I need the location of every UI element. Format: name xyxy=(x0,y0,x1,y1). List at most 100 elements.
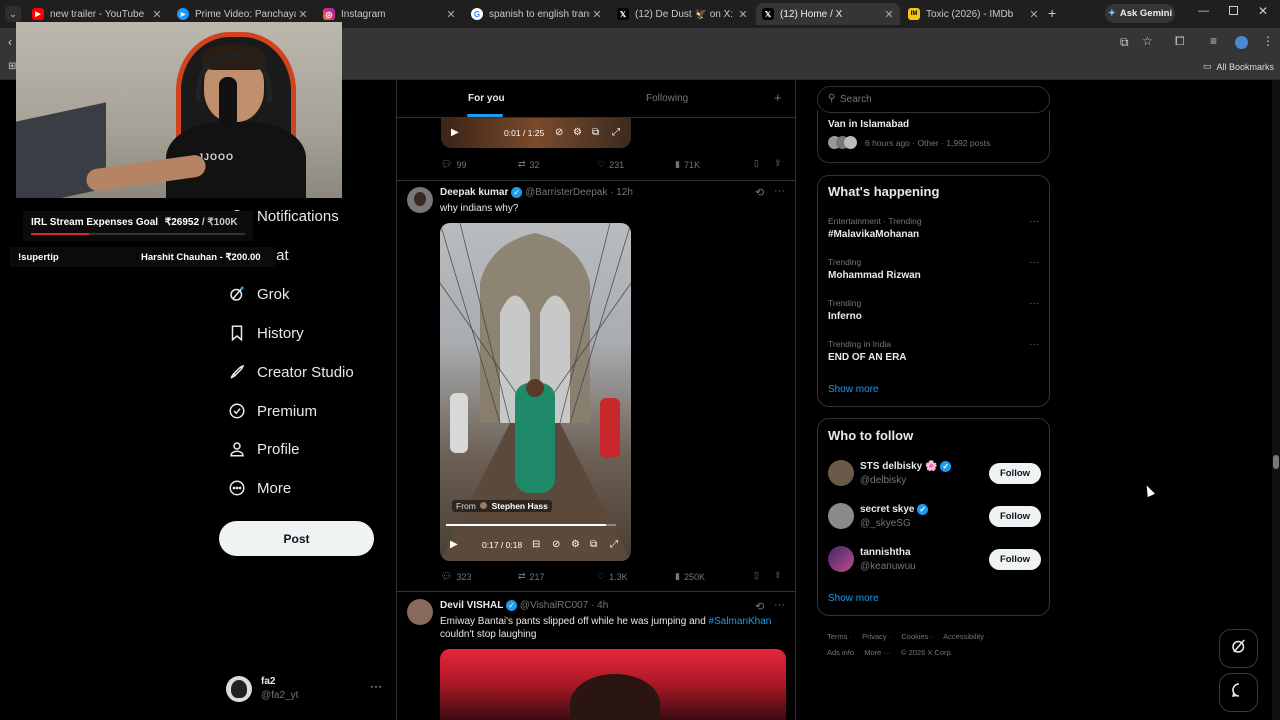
close-tab-icon[interactable]: ✕ xyxy=(296,8,310,21)
reply-count[interactable]: 💬︎ 99 xyxy=(441,159,466,170)
nav-history[interactable]: History xyxy=(228,324,304,342)
all-bookmarks-button[interactable]: ▭ All Bookmarks xyxy=(1203,61,1274,72)
footer-privacy[interactable]: Privacy xyxy=(862,632,887,641)
tab-search-button[interactable]: ⌄ xyxy=(5,6,21,22)
follow-suggestion[interactable]: secret skye ✓ @_skyeSG Follow xyxy=(818,502,1051,532)
more-options-icon[interactable]: ··· xyxy=(1029,298,1039,309)
fullscreen-icon[interactable]: ⤢ xyxy=(610,539,618,550)
nav-more[interactable]: More xyxy=(228,479,291,497)
bookmark-icon[interactable]: ▯ xyxy=(754,158,759,169)
grok-tweet-icon[interactable]: ⟲ xyxy=(755,186,764,199)
close-tab-icon[interactable]: ✕ xyxy=(444,8,458,21)
scrollbar-thumb[interactable] xyxy=(1273,455,1279,469)
messages-floating-button[interactable] xyxy=(1219,673,1258,712)
tweet-deepak[interactable]: Deepak kumar ✓ @BarristerDeepak · 12h ⟲ … xyxy=(397,181,795,591)
follow-button[interactable]: Follow xyxy=(989,506,1041,527)
trend-item[interactable]: Entertainment · Trending #MalavikaMohana… xyxy=(828,216,1043,246)
post-button[interactable]: Post xyxy=(219,521,374,556)
nav-profile[interactable]: Profile xyxy=(228,440,300,458)
extensions-icon[interactable]: ⧠ xyxy=(1175,34,1185,49)
tweet-previous-video[interactable]: ▶ 0:01 / 1:25 ⊘ ⚙ ⧉ ⤢ xyxy=(441,118,631,148)
tweet-media[interactable] xyxy=(440,649,786,720)
source-name[interactable]: Stephen Hass xyxy=(492,501,548,511)
tweet-age[interactable]: · 4h xyxy=(591,600,608,611)
play-icon[interactable]: ▶ xyxy=(451,127,459,138)
close-tab-icon[interactable]: ✕ xyxy=(1027,8,1041,21)
more-options-icon[interactable]: ··· xyxy=(774,185,785,197)
add-feed-icon[interactable]: + xyxy=(774,90,782,105)
tweet-video[interactable]: From Stephen Hass ▶ 0:17 / 0:18 ⊟ ⊘ ⚙ ⧉ … xyxy=(440,223,631,561)
mute-icon[interactable]: ⊘ xyxy=(552,539,560,550)
close-tab-icon[interactable]: ✕ xyxy=(736,8,750,21)
follow-suggestion[interactable]: tannishtha @keanuwuu Follow xyxy=(818,545,1051,575)
bookmark-icon[interactable]: ▯ xyxy=(754,570,759,581)
tab-x-home[interactable]: 𝕏 (12) Home / X ✕ xyxy=(756,3,900,25)
page-scrollbar[interactable] xyxy=(1272,80,1280,720)
nav-grok[interactable]: Grok xyxy=(228,285,290,303)
fullscreen-icon[interactable]: ⤢ xyxy=(612,127,620,138)
play-icon[interactable]: ▶ xyxy=(450,539,458,550)
footer-cookies[interactable]: Cookies xyxy=(901,632,928,641)
repost-count[interactable]: ⇄ 217 xyxy=(518,571,545,582)
close-window-button[interactable]: ✕ xyxy=(1258,4,1268,18)
more-options-icon[interactable]: ··· xyxy=(370,679,382,693)
close-tab-icon[interactable]: ✕ xyxy=(150,8,164,21)
footer-more[interactable]: More ··· xyxy=(864,648,891,657)
new-tab-button[interactable]: + xyxy=(1048,5,1056,21)
more-options-icon[interactable]: ··· xyxy=(1029,257,1039,268)
cast-icon[interactable]: ⧉ xyxy=(1120,35,1129,50)
ask-gemini-button[interactable]: ✦ Ask Gemini xyxy=(1105,4,1175,23)
nav-creator-studio[interactable]: Creator Studio xyxy=(228,363,354,381)
follow-button[interactable]: Follow xyxy=(989,549,1041,570)
pip-icon[interactable]: ⧉ xyxy=(592,127,599,138)
show-more-link[interactable]: Show more xyxy=(828,593,879,604)
tweet-vishal[interactable]: Devil VISHAL ✓ @VishalRC007 · 4h ⟲ ··· E… xyxy=(397,592,795,720)
trend-item[interactable]: Trending Inferno ··· xyxy=(828,298,1043,328)
author-handle[interactable]: @BarristerDeepak xyxy=(525,187,607,198)
media-icon[interactable]: ≡ xyxy=(1210,34,1217,48)
minimize-window-button[interactable]: — xyxy=(1198,5,1209,17)
tab-following[interactable]: Following xyxy=(575,80,755,118)
follow-button[interactable]: Follow xyxy=(989,463,1041,484)
share-icon[interactable]: ⇪ xyxy=(774,570,782,581)
profile-avatar-icon[interactable] xyxy=(1235,36,1248,49)
more-options-icon[interactable]: ··· xyxy=(774,599,785,611)
repost-count[interactable]: ⇄ 32 xyxy=(518,159,540,170)
trend-item[interactable]: Trending in India END OF AN ERA ··· xyxy=(828,339,1043,369)
tab-for-you[interactable]: For you xyxy=(397,80,575,118)
like-count[interactable]: ♡ 1.3K xyxy=(597,571,628,582)
author-handle[interactable]: @VishalRC007 xyxy=(520,600,588,611)
more-options-icon[interactable]: ··· xyxy=(1029,216,1039,227)
view-count[interactable]: ▮ 250K xyxy=(675,571,705,582)
search-input[interactable] xyxy=(840,92,1040,107)
reply-count[interactable]: 💬︎ 323 xyxy=(441,571,471,582)
show-more-link[interactable]: Show more xyxy=(828,384,879,395)
like-count[interactable]: ♡ 231 xyxy=(597,159,624,170)
settings-icon[interactable]: ⚙ xyxy=(573,127,582,138)
nav-premium[interactable]: Premium xyxy=(228,402,317,420)
video-scrubber[interactable] xyxy=(446,524,616,526)
follow-suggestion[interactable]: STS delbisky 🌸 ✓ @delbisky Follow xyxy=(818,459,1051,489)
author-name[interactable]: Deepak kumar xyxy=(440,187,508,198)
close-tab-icon[interactable]: ✕ xyxy=(882,8,896,21)
author-name[interactable]: Devil VISHAL xyxy=(440,600,503,611)
close-tab-icon[interactable]: ✕ xyxy=(590,8,604,21)
settings-icon[interactable]: ⚙ xyxy=(571,539,580,550)
account-switcher[interactable]: fa2 @fa2_yt ··· xyxy=(226,675,386,705)
tab-x-post[interactable]: 𝕏 (12) De Dust 🦅 on X: "😡 ✕ xyxy=(611,3,754,25)
pip-icon[interactable]: ⧉ xyxy=(590,539,597,550)
tweet-age[interactable]: · 12h xyxy=(610,187,633,198)
trending-news-card[interactable]: Van in Islamabad 6 hours ago · Other · 1… xyxy=(817,110,1050,163)
captions-icon[interactable]: ⊟ xyxy=(532,539,540,550)
menu-icon[interactable]: ⋮ xyxy=(1262,34,1274,48)
mute-icon[interactable]: ⊘ xyxy=(555,127,563,138)
view-count[interactable]: ▮ 71K xyxy=(675,159,700,170)
back-icon[interactable]: ‹ xyxy=(8,35,12,49)
grok-tweet-icon[interactable]: ⟲ xyxy=(755,600,764,613)
footer-accessibility[interactable]: Accessibility xyxy=(943,632,984,641)
hashtag-link[interactable]: #SalmanKhan xyxy=(709,616,772,627)
trend-item[interactable]: Trending Mohammad Rizwan ··· xyxy=(828,257,1043,287)
restore-window-button[interactable] xyxy=(1229,6,1238,15)
more-options-icon[interactable]: ··· xyxy=(1029,339,1039,350)
tab-imdb[interactable]: IM Toxic (2026) - IMDb ✕ xyxy=(902,3,1045,25)
